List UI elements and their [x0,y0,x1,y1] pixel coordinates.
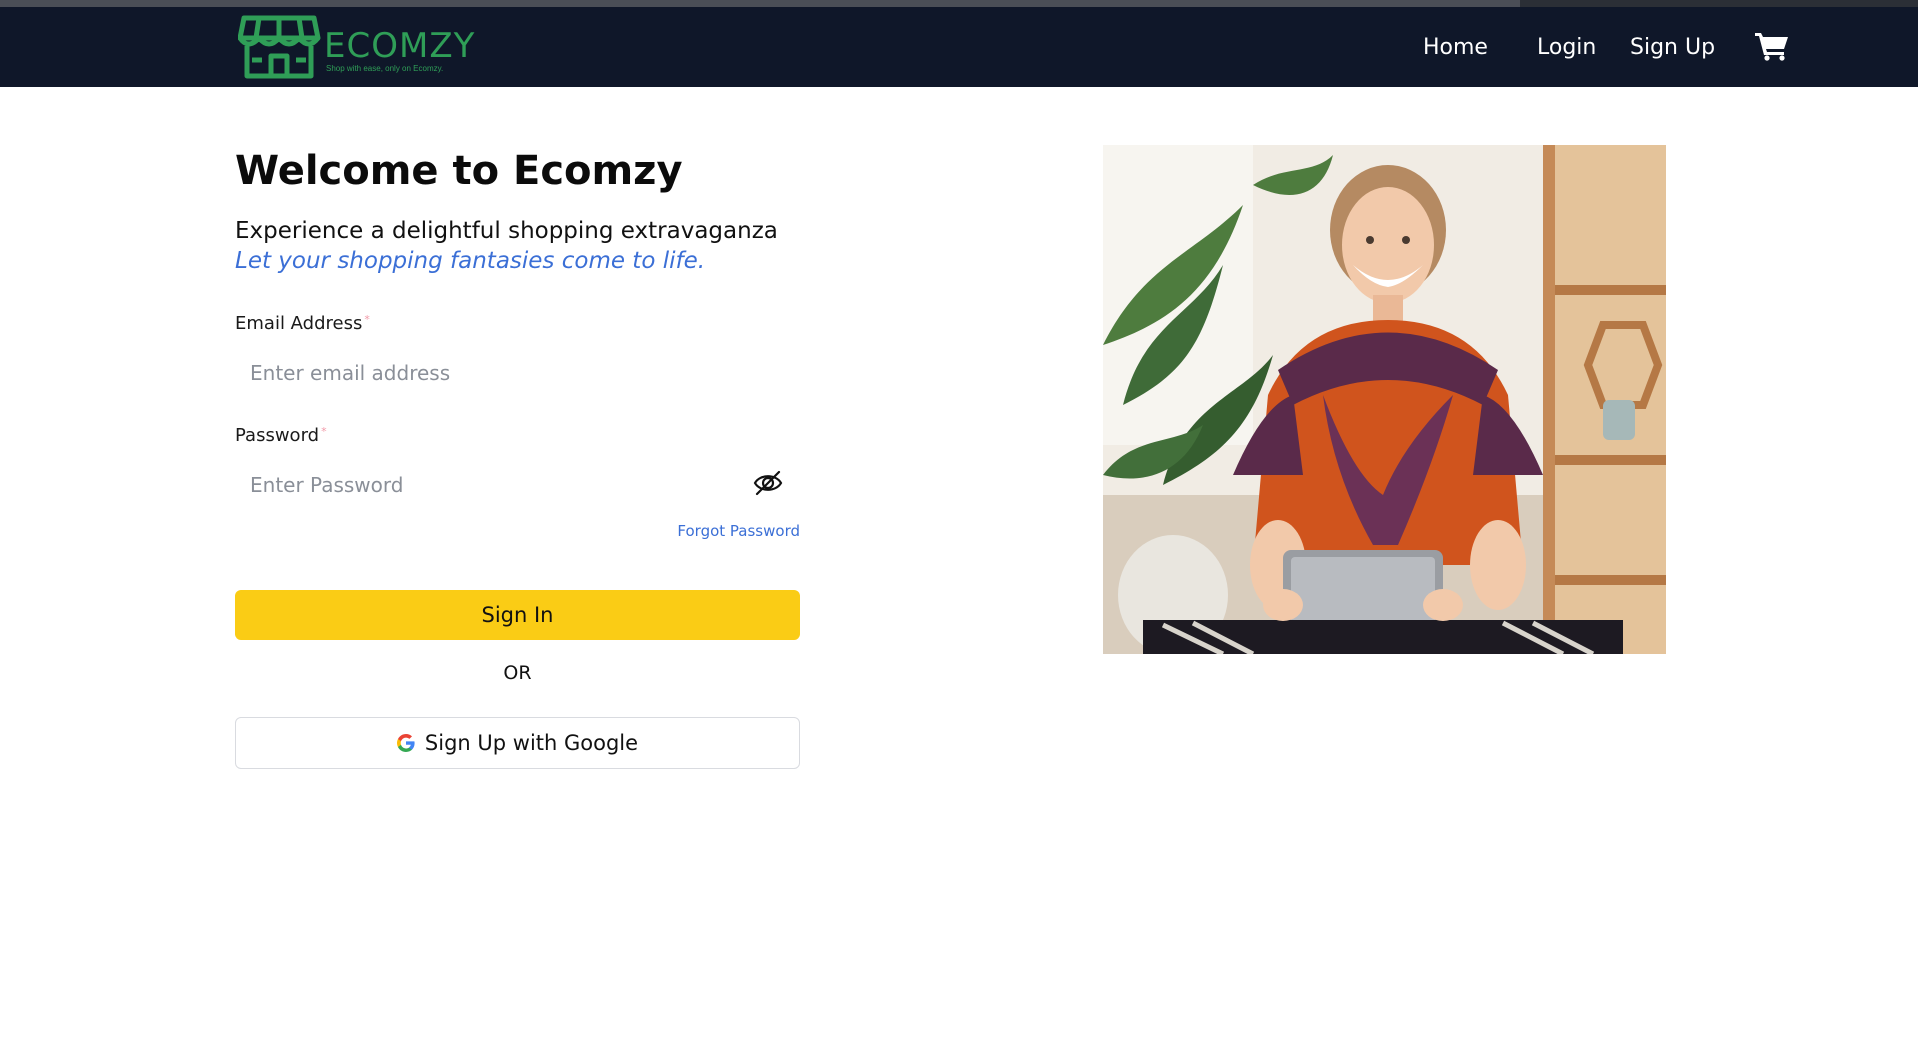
required-marker: * [321,425,327,438]
navbar: ECOMZY Shop with ease, only on Ecomzy. H… [0,7,1918,87]
email-field[interactable] [235,350,800,396]
google-logo-icon [396,734,415,752]
email-label: Email Address * [235,313,370,334]
hero-photo [1103,145,1666,654]
storefront-icon [238,15,321,79]
password-field[interactable] [235,462,800,508]
eye-off-icon[interactable] [753,470,783,496]
page-tagline: Let your shopping fantasies come to life… [235,248,706,274]
brand-logo[interactable]: ECOMZY Shop with ease, only on Ecomzy. [238,12,474,84]
required-marker: * [364,313,370,326]
brand-tagline: Shop with ease, only on Ecomzy. [326,64,444,73]
browser-top-bar [0,0,1918,7]
page-title: Welcome to Ecomzy [235,148,683,194]
password-label: Password * [235,425,327,446]
brand-name: ECOMZY [324,26,476,66]
shopping-cart-icon[interactable] [1755,31,1789,61]
page-load-progress [0,0,1520,7]
google-signup-label: Sign Up with Google [424,731,639,755]
password-label-text: Password [235,425,320,446]
google-signup-button[interactable]: Sign Up with Google [235,717,800,769]
nav-login-link[interactable]: Login [1537,35,1596,60]
nav-signup-link[interactable]: Sign Up [1630,35,1715,60]
forgot-password-link[interactable]: Forgot Password [677,522,800,540]
nav-home-link[interactable]: Home [1423,35,1488,60]
sign-in-button[interactable]: Sign In [235,590,800,640]
or-divider: OR [503,662,532,684]
email-label-text: Email Address [235,313,363,334]
page-subtitle: Experience a delightful shopping extrava… [235,218,778,244]
